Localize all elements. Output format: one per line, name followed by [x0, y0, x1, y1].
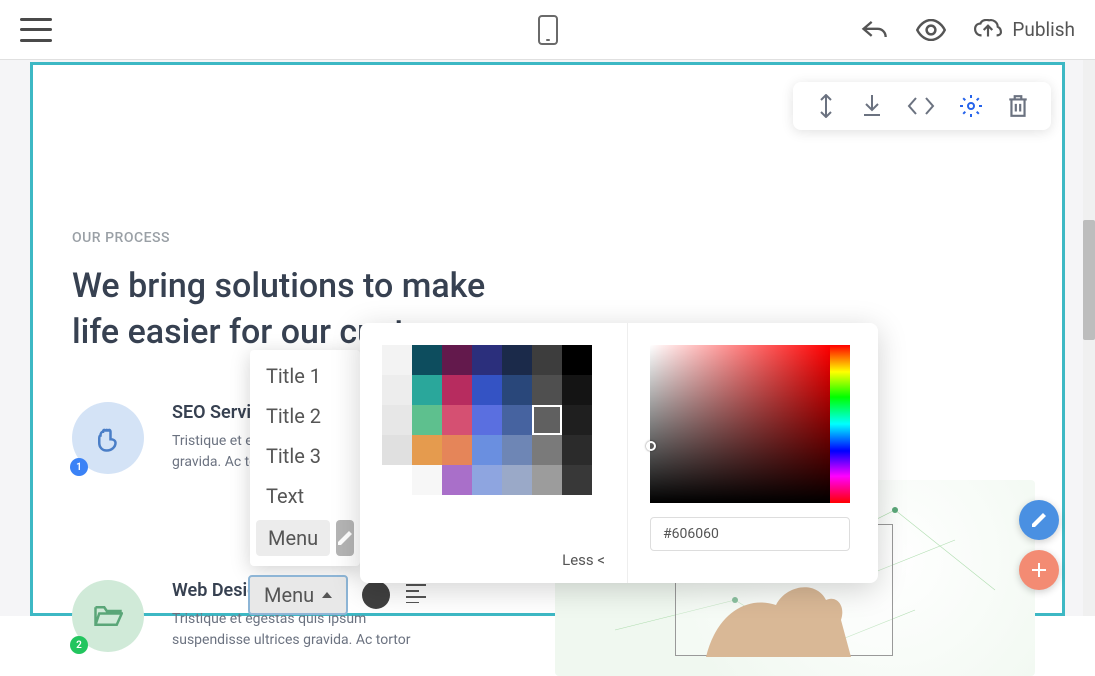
text-style-dropdown[interactable]: Menu	[248, 575, 348, 615]
hamburger-menu-icon[interactable]	[20, 18, 52, 42]
color-swatch-cell[interactable]	[442, 345, 472, 375]
section-toolbar	[793, 82, 1051, 130]
sv-picker[interactable]	[650, 345, 850, 503]
color-swatch-cell[interactable]	[562, 405, 592, 435]
delete-trash-icon[interactable]	[1007, 94, 1029, 118]
menu-style-label[interactable]: Menu	[256, 520, 330, 556]
color-swatch-cell[interactable]	[442, 375, 472, 405]
color-swatch-cell[interactable]	[382, 465, 412, 495]
text-style-text[interactable]: Text	[250, 476, 360, 516]
feature-badge-1: 1	[70, 458, 88, 476]
edit-style-icon[interactable]	[336, 520, 354, 556]
color-swatch-cell[interactable]	[412, 375, 442, 405]
color-swatch-cell[interactable]	[562, 345, 592, 375]
color-swatch-cell[interactable]	[412, 345, 442, 375]
undo-icon[interactable]	[860, 18, 888, 42]
text-color-swatch[interactable]	[362, 581, 390, 609]
color-swatch-cell[interactable]	[502, 465, 532, 495]
caret-up-icon	[322, 592, 332, 598]
color-picker-popover: Less <	[360, 323, 878, 583]
download-section-icon[interactable]	[861, 94, 883, 118]
text-style-title1[interactable]: Title 1	[250, 356, 360, 396]
text-style-menu: Title 1 Title 2 Title 3 Text Menu	[250, 350, 360, 566]
color-swatch-cell[interactable]	[382, 375, 412, 405]
hue-slider[interactable]	[830, 345, 850, 503]
move-section-icon[interactable]	[815, 94, 837, 118]
color-picker-custom	[628, 323, 878, 583]
color-swatch-cell[interactable]	[412, 435, 442, 465]
settings-gear-icon[interactable]	[959, 94, 983, 118]
color-swatch-grid: Less <	[360, 323, 628, 583]
top-right: Publish	[860, 18, 1075, 42]
color-swatch-cell[interactable]	[532, 435, 562, 465]
mobile-preview-icon[interactable]	[538, 15, 558, 45]
sv-cursor[interactable]	[646, 441, 656, 451]
publish-button[interactable]: Publish	[974, 18, 1075, 41]
color-swatch-cell[interactable]	[442, 465, 472, 495]
feature-badge-2: 2	[70, 636, 88, 654]
text-style-dropdown-label: Menu	[264, 583, 314, 607]
top-bar: Publish	[0, 0, 1095, 60]
color-swatch-cell[interactable]	[442, 435, 472, 465]
color-swatch-cell[interactable]	[562, 375, 592, 405]
color-swatch-cell[interactable]	[382, 435, 412, 465]
preview-eye-icon[interactable]	[916, 19, 946, 41]
color-swatch-cell[interactable]	[532, 375, 562, 405]
scrollbar-track[interactable]	[1083, 60, 1095, 616]
feature-desc-2[interactable]: Tristique et egestas quis ipsum suspendi…	[172, 609, 432, 651]
color-swatch-cell[interactable]	[502, 435, 532, 465]
feature-icon-grab: 1	[72, 402, 144, 474]
top-left	[20, 18, 52, 42]
text-style-menu-footer: Menu	[250, 516, 360, 560]
color-swatch-cell[interactable]	[472, 435, 502, 465]
feature-icon-folder: 2	[72, 580, 144, 652]
color-swatch-cell[interactable]	[532, 405, 562, 435]
device-switch	[538, 15, 558, 45]
fab-edit-icon[interactable]	[1019, 500, 1059, 540]
color-swatch-cell[interactable]	[472, 405, 502, 435]
scrollbar-thumb[interactable]	[1083, 220, 1095, 340]
color-swatch-cell[interactable]	[382, 405, 412, 435]
color-swatch-cell[interactable]	[412, 465, 442, 495]
color-swatch-cell[interactable]	[502, 345, 532, 375]
code-icon[interactable]	[907, 95, 935, 117]
color-swatch-cell[interactable]	[472, 375, 502, 405]
color-swatch-cell[interactable]	[562, 435, 592, 465]
less-toggle[interactable]: Less <	[562, 551, 605, 569]
color-swatch-cell[interactable]	[502, 405, 532, 435]
color-swatch-cell[interactable]	[532, 345, 562, 375]
text-style-title3[interactable]: Title 3	[250, 436, 360, 476]
editor-canvas: OUR PROCESS We bring solutions to make l…	[0, 60, 1095, 616]
publish-label: Publish	[1012, 18, 1075, 41]
color-swatch-cell[interactable]	[382, 345, 412, 375]
eyebrow-text[interactable]: OUR PROCESS	[72, 230, 1035, 246]
fab-add-icon[interactable]	[1019, 550, 1059, 590]
color-swatch-cell[interactable]	[472, 465, 502, 495]
hex-input[interactable]	[650, 517, 850, 551]
color-swatch-cell[interactable]	[532, 465, 562, 495]
color-swatch-cell[interactable]	[472, 345, 502, 375]
color-swatch-cell[interactable]	[412, 405, 442, 435]
color-swatch-cell[interactable]	[502, 375, 532, 405]
color-swatch-cell[interactable]	[442, 405, 472, 435]
color-swatch-cell[interactable]	[562, 465, 592, 495]
align-left-icon[interactable]	[404, 583, 428, 607]
text-style-title2[interactable]: Title 2	[250, 396, 360, 436]
saturation-value-area[interactable]	[650, 345, 830, 503]
